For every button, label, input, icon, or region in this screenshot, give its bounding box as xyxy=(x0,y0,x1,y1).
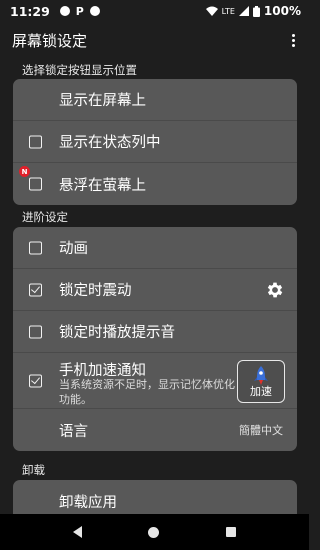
wifi-icon xyxy=(205,6,218,16)
back-icon[interactable] xyxy=(73,526,83,538)
navigation-bar xyxy=(0,514,309,550)
option-label: 锁定时震动 xyxy=(59,283,132,299)
new-badge: N xyxy=(19,166,30,177)
parking-icon: P xyxy=(75,4,84,18)
notification-icons: P xyxy=(59,4,100,18)
overflow-menu-icon[interactable] xyxy=(285,30,301,50)
advanced-card: 动画 锁定时震动 锁定时播放提示音 手机加速通知 当系统资源不足时，显示记忆体优… xyxy=(13,227,297,451)
checkbox[interactable] xyxy=(29,241,42,254)
option-label: 卸载应用 xyxy=(59,494,117,511)
status-time: 11:29 xyxy=(10,3,50,19)
option-show-in-statusbar[interactable]: 显示在状态列中 xyxy=(13,121,297,163)
recent-apps-icon[interactable] xyxy=(225,527,236,537)
battery-icon xyxy=(252,5,260,17)
option-sound-on-lock[interactable]: 锁定时播放提示音 xyxy=(13,311,297,353)
button-position-card: 显示在屏幕上 显示在状态列中 N 悬浮在萤幕上 xyxy=(13,79,297,205)
option-label: 动画 xyxy=(59,241,88,257)
option-label: 语言 xyxy=(59,423,88,440)
page-title: 屏幕锁设定 xyxy=(12,31,88,50)
gear-icon[interactable] xyxy=(265,280,285,300)
option-description: 当系统资源不足时，显示记忆体优化功能。 xyxy=(59,378,235,406)
boost-button[interactable]: 加速 xyxy=(237,360,285,403)
option-speed-notification[interactable]: 手机加速通知 当系统资源不足时，显示记忆体优化功能。 加速 xyxy=(13,353,297,409)
signal-icon xyxy=(238,6,249,16)
checkbox[interactable] xyxy=(29,325,42,338)
option-vibrate-on-lock[interactable]: 锁定时震动 xyxy=(13,269,297,311)
section-label-advanced: 进阶设定 xyxy=(22,210,68,224)
option-show-on-screen[interactable]: 显示在屏幕上 xyxy=(13,79,297,121)
status-right: LTE 100% xyxy=(205,4,301,18)
network-type: LTE xyxy=(221,6,235,16)
notification-icon xyxy=(59,6,70,16)
option-label: 显示在屏幕上 xyxy=(59,93,146,109)
checkbox-checked[interactable] xyxy=(29,283,42,296)
home-icon[interactable] xyxy=(148,526,160,538)
option-label: 锁定时播放提示音 xyxy=(59,325,175,341)
app-bar: 屏幕锁设定 xyxy=(0,26,309,54)
option-animation[interactable]: 动画 xyxy=(13,227,297,269)
rocket-icon xyxy=(254,366,268,385)
option-label: 悬浮在萤幕上 xyxy=(59,177,146,194)
option-label: 显示在状态列中 xyxy=(59,135,161,151)
checkbox-checked[interactable] xyxy=(29,374,42,387)
sync-icon xyxy=(89,6,100,16)
option-language[interactable]: 语言 簡體中文 xyxy=(13,409,297,451)
language-value: 簡體中文 xyxy=(239,424,283,437)
status-bar: 11:29 P LTE 100% xyxy=(0,0,309,22)
battery-level: 100% xyxy=(263,4,301,18)
option-float-on-screen[interactable]: N 悬浮在萤幕上 xyxy=(13,163,297,205)
checkbox[interactable] xyxy=(29,135,42,148)
section-label-uninstall: 卸载 xyxy=(22,463,45,477)
section-label-button-position: 选择锁定按钮显示位置 xyxy=(22,63,137,77)
checkbox[interactable] xyxy=(29,177,42,191)
